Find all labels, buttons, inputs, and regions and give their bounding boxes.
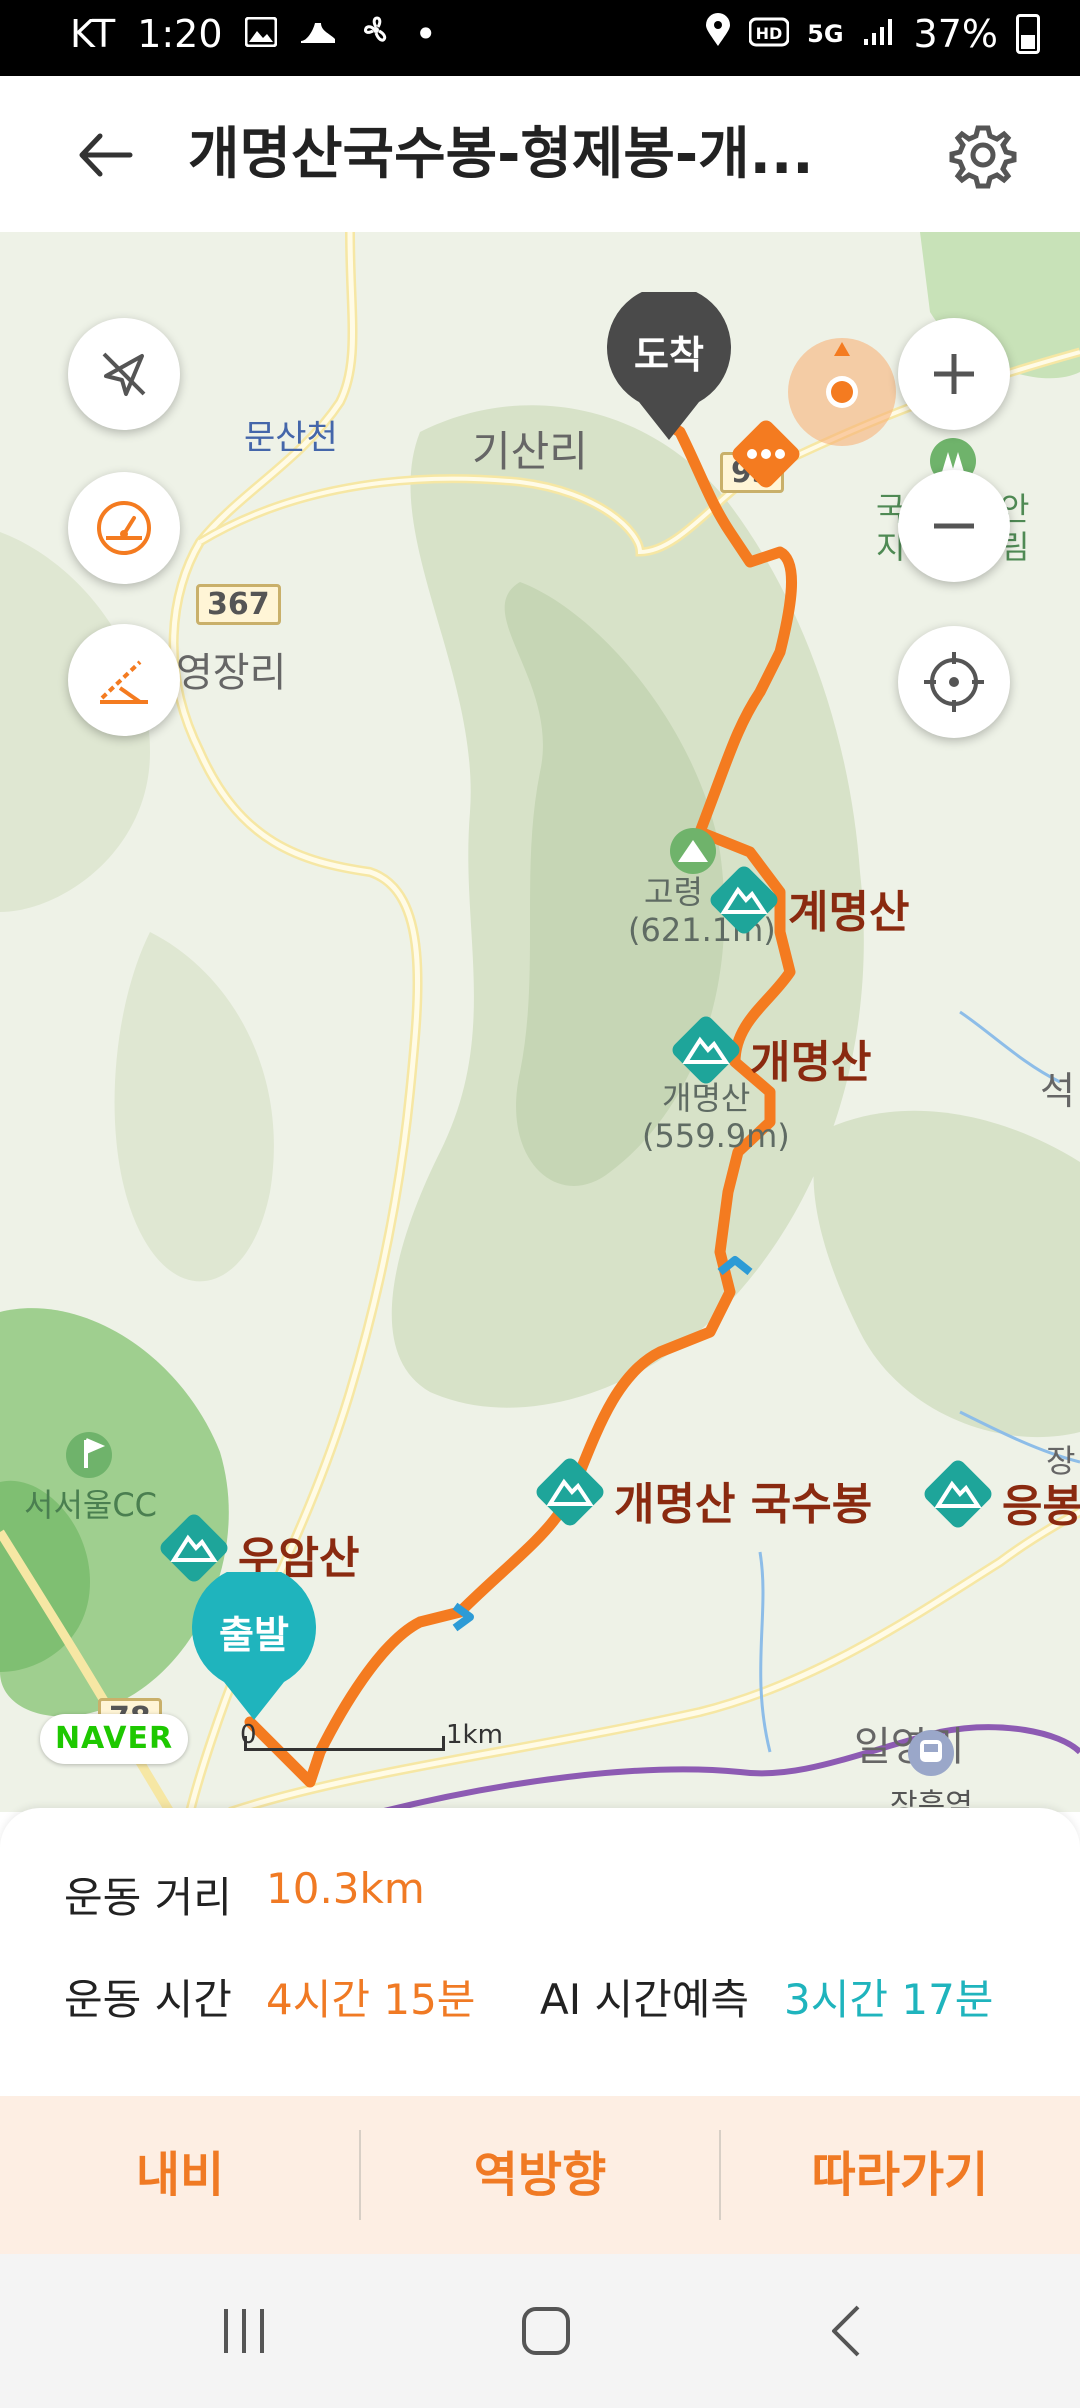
notification-dot: • bbox=[414, 12, 437, 56]
scale-end: 1km bbox=[446, 1720, 503, 1750]
arrow-left-icon bbox=[79, 133, 133, 177]
action-bar: 내비 역방향 따라가기 bbox=[0, 2096, 1080, 2254]
place-label: 기산리 bbox=[472, 427, 588, 476]
system-nav-bar bbox=[0, 2254, 1080, 2408]
current-location-icon bbox=[788, 338, 896, 446]
home-button[interactable] bbox=[476, 2254, 616, 2408]
location-icon bbox=[705, 12, 731, 56]
zoom-out-button[interactable] bbox=[898, 470, 1010, 582]
carrier-label: KT bbox=[70, 12, 116, 56]
hd-icon: HD bbox=[748, 12, 790, 56]
settings-button[interactable] bbox=[948, 120, 1018, 190]
golf-icon bbox=[66, 1432, 112, 1478]
reverse-button[interactable]: 역방향 bbox=[360, 2096, 720, 2254]
navi-button[interactable]: 내비 bbox=[0, 2096, 360, 2254]
navigation-off-icon bbox=[102, 352, 146, 396]
network-label: 5G bbox=[807, 20, 844, 48]
ai-time-label: AI 시간예측 bbox=[540, 1975, 750, 2024]
peak-label: 계명산 bbox=[788, 887, 910, 938]
mountain-icon bbox=[672, 1016, 740, 1084]
track-toggle-button[interactable] bbox=[68, 318, 180, 430]
home-icon bbox=[522, 2307, 570, 2355]
start-pin[interactable]: 출발 bbox=[190, 1565, 318, 1722]
end-pin-label: 도착 bbox=[634, 333, 704, 377]
peak-marker[interactable] bbox=[666, 1010, 746, 1094]
chevron-left-icon bbox=[832, 2305, 860, 2357]
my-location-button[interactable] bbox=[898, 626, 1010, 738]
peak-label: 개명산 국수봉 bbox=[614, 1479, 873, 1530]
speed-button[interactable] bbox=[68, 472, 180, 584]
mountain-icon bbox=[710, 866, 778, 934]
distance-value: 10.3km bbox=[266, 1864, 425, 1913]
speedometer-icon bbox=[97, 501, 151, 555]
place-label: 서서울CC bbox=[24, 1486, 158, 1524]
peak-marker[interactable] bbox=[918, 1454, 998, 1538]
gallery-icon bbox=[244, 12, 278, 56]
plus-icon bbox=[934, 354, 974, 394]
end-pin[interactable]: 도착 bbox=[605, 285, 733, 442]
distance-label: 운동 거리 bbox=[64, 1873, 232, 1922]
svg-text:HD: HD bbox=[756, 24, 783, 43]
naver-logo: NAVER bbox=[40, 1714, 188, 1764]
recent-apps-button[interactable] bbox=[174, 2254, 314, 2408]
peak-marker[interactable] bbox=[530, 1452, 610, 1536]
place-label: 문산천 bbox=[244, 418, 338, 458]
zoom-in-button[interactable] bbox=[898, 318, 1010, 430]
battery-icon bbox=[1016, 14, 1040, 54]
shoe-icon bbox=[299, 12, 337, 56]
peak-label: 개명산 bbox=[750, 1037, 872, 1088]
train-station-icon bbox=[908, 1730, 954, 1776]
time-value: 4시간 15분 bbox=[266, 1975, 476, 2024]
peak-sublabel: 고령 bbox=[644, 873, 703, 911]
place-label: 석 bbox=[1040, 1069, 1075, 1113]
crosshair-icon bbox=[924, 652, 984, 712]
mountain-icon bbox=[536, 1458, 604, 1526]
ai-time-value: 3시간 17분 bbox=[784, 1975, 994, 2024]
recent-apps-icon bbox=[224, 2309, 264, 2353]
back-button[interactable] bbox=[70, 120, 140, 190]
start-pin-label: 출발 bbox=[219, 1613, 289, 1657]
place-label: 영장리 bbox=[176, 650, 287, 696]
scale-start: 0 bbox=[240, 1720, 257, 1750]
app-header: 개명산국수봉-형제봉-개... bbox=[0, 76, 1080, 233]
peak-height: (559.9m) bbox=[642, 1117, 790, 1155]
elevation-button[interactable] bbox=[68, 624, 180, 736]
elevation-icon bbox=[100, 660, 148, 704]
clock: 1:20 bbox=[137, 12, 223, 56]
page-title: 개명산국수봉-형제봉-개... bbox=[188, 122, 814, 187]
follow-button[interactable]: 따라가기 bbox=[720, 2096, 1080, 2254]
peak-label: 응봉 bbox=[1002, 1481, 1080, 1532]
gear-icon bbox=[949, 125, 1017, 189]
system-back-button[interactable] bbox=[778, 2254, 918, 2408]
mountain-icon bbox=[924, 1460, 992, 1528]
road-shield: 367 bbox=[196, 584, 281, 625]
peak-marker[interactable] bbox=[704, 860, 784, 944]
time-label: 운동 시간 bbox=[64, 1975, 232, 2024]
scale-bar: 0 1km bbox=[240, 1720, 503, 1756]
minus-icon bbox=[934, 523, 974, 529]
battery-percent: 37% bbox=[913, 12, 998, 56]
status-bar: KT 1:20 • HD 5G 37% bbox=[0, 0, 1080, 76]
signal-icon bbox=[862, 12, 896, 56]
fan-icon bbox=[359, 12, 393, 56]
map-view[interactable]: 문산천 기산리 영장리 367 78 93 서서울CC 일영리 장흥역 국 안 … bbox=[0, 232, 1080, 1812]
